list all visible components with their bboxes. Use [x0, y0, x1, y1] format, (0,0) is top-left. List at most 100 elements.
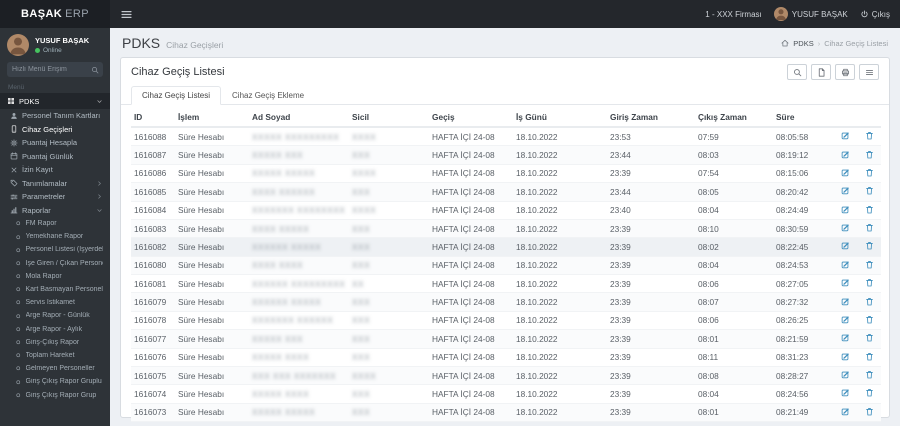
table-row[interactable]: 1616077 Süre Hesabı XXXXX XXX XXX HAFTA İÇİ …	[131, 329, 881, 349]
sidebar-item-giriş-çıkış-rapor[interactable]: Giriş-Çıkış Rapor	[0, 336, 110, 349]
sidebar-item-puantaj-günlük[interactable]: Puantaj Günlük	[0, 150, 110, 164]
table-header-row: ID İşlem Ad Soyad Sicil Geçiş İş Günü Giriş Za…	[131, 108, 881, 128]
table-row[interactable]: 1616082 Süre Hesabı XXXXXX XXXXX XXX HAFTA İ…	[131, 237, 881, 257]
main-content: PDKS Cihaz Geçişleri PDKS › Cihaz Geçiş Li…	[110, 28, 900, 426]
table-row[interactable]: 1616083 Süre Hesabı XXXX XXXXX XXX HAFTA İÇİ…	[131, 219, 881, 239]
table-row[interactable]: 1616076 Süre Hesabı XXXXX XXXX XXX HAFTA İÇİ…	[131, 348, 881, 367]
user-menu[interactable]: YUSUF BAŞAK	[773, 7, 848, 21]
sidebar-toggle-icon[interactable]	[120, 8, 133, 21]
table-row[interactable]: 1616086 Süre Hesabı XXXXX XXXXX XXXX HAFTA İ…	[131, 164, 881, 184]
table-row[interactable]: 1616084 Süre Hesabı XXXXXXX XXXXXXXX XXXX HA…	[131, 201, 881, 220]
edit-row-button[interactable]	[841, 241, 850, 250]
print-button[interactable]	[835, 64, 855, 80]
cell-sure: 08:15:06	[773, 164, 833, 184]
delete-row-button[interactable]	[865, 278, 874, 287]
edit-row-button[interactable]	[841, 260, 850, 269]
delete-row-button[interactable]	[865, 241, 874, 250]
edit-row-button[interactable]	[841, 352, 850, 361]
table-row[interactable]: 1616075 Süre Hesabı XXX XXX XXXXXXX XXXX HAF…	[131, 366, 881, 386]
menu-search-input[interactable]	[7, 62, 87, 77]
delete-row-button[interactable]	[865, 407, 874, 416]
redacted-text: XXXXX XXX	[252, 150, 304, 161]
delete-row-button[interactable]	[865, 223, 874, 232]
sidebar-item-pdks[interactable]: PDKS	[0, 93, 110, 109]
edit-row-button[interactable]	[841, 297, 850, 306]
delete-row-button[interactable]	[865, 150, 874, 159]
edit-row-button[interactable]	[841, 278, 850, 287]
edit-row-button[interactable]	[841, 223, 850, 232]
table-row[interactable]: 1616088 Süre Hesabı XXXXX XXXXXXXXX XXXX HAF…	[131, 127, 881, 147]
column-header-i-şlem: İşlem	[175, 108, 249, 128]
edit-row-button[interactable]	[841, 388, 850, 397]
delete-row-button[interactable]	[865, 260, 874, 269]
app-logo[interactable]: BAŞAK ERP	[0, 0, 110, 28]
sidebar-item-gelmeyen-personeller[interactable]: Gelmeyen Personeller	[0, 362, 110, 375]
cell-sure: 08:30:59	[773, 219, 833, 239]
table-row[interactable]: 1616074 Süre Hesabı XXXXX XXXX XXX HAFTA İÇİ…	[131, 384, 881, 404]
tab-cihaz-geçiş-listesi[interactable]: Cihaz Geçiş Listesi	[131, 86, 222, 105]
sidebar-item-i-zin-kayıt[interactable]: İzin Kayıt	[0, 163, 110, 177]
sidebar-item-puantaj-hesapla[interactable]: Puantaj Hesapla	[0, 136, 110, 150]
sidebar-item-tanımlamalar[interactable]: Tanımlamalar	[0, 177, 110, 191]
edit-row-button[interactable]	[841, 370, 850, 379]
edit-row-button[interactable]	[841, 205, 850, 214]
cell-is-gunu: 18.10.2022	[513, 329, 607, 349]
panel-title: Cihaz Geçiş Listesi	[131, 66, 225, 78]
tab-cihaz-geçiş-ekleme[interactable]: Cihaz Geçiş Ekleme	[221, 86, 315, 105]
sidebar-item-giriş-çıkış-rapor-grup[interactable]: Giriş Çıkış Rapor Grup	[0, 388, 110, 401]
sidebar-item-raporlar[interactable]: Raporlar	[0, 204, 110, 218]
sidebar-item-personel-listesi-i-şyerdekiler[interactable]: Personel Listesi (İşyerdekiler)	[0, 243, 110, 256]
sidebar-item-personel-tanım-kartları[interactable]: Personel Tanım Kartları	[0, 109, 110, 123]
delete-row-button[interactable]	[865, 131, 874, 140]
sidebar-item-arge-rapor-aylık[interactable]: Arge Rapor - Aylık	[0, 323, 110, 336]
edit-row-button[interactable]	[841, 150, 850, 159]
delete-row-button[interactable]	[865, 333, 874, 342]
sidebar-item-mola-rapor[interactable]: Mola Rapor	[0, 270, 110, 283]
sidebar-item-arge-rapor-günlük[interactable]: Arge Rapor - Günlük	[0, 309, 110, 322]
logout-button[interactable]: Çıkış	[860, 10, 890, 19]
column-header-sicil: Sicil	[349, 108, 429, 128]
edit-row-button[interactable]	[841, 131, 850, 140]
cell-ad-soyad: XXXXX XXXXX	[249, 403, 349, 423]
table-menu-button[interactable]	[859, 64, 879, 80]
sidebar-item-giriş-çıkış-rapor-gruplu[interactable]: Giriş Çıkış Rapor Gruplu	[0, 375, 110, 388]
edit-row-button[interactable]	[841, 186, 850, 195]
delete-row-button[interactable]	[865, 388, 874, 397]
table-search-button[interactable]	[787, 64, 807, 80]
edit-row-button[interactable]	[841, 407, 850, 416]
delete-row-button[interactable]	[865, 315, 874, 324]
table-row[interactable]: 1616080 Süre Hesabı XXXX XXXX XXX HAFTA İÇİ …	[131, 256, 881, 276]
menu-search-button[interactable]	[87, 62, 103, 77]
table-row[interactable]: 1616085 Süre Hesabı XXXX XXXXXX XXX HAFTA İÇ…	[131, 182, 881, 202]
delete-row-button[interactable]	[865, 297, 874, 306]
sidebar-item-cihaz-geçişleri[interactable]: Cihaz Geçişleri	[0, 123, 110, 137]
cell-gecis: HAFTA İÇİ 24-08	[429, 348, 513, 367]
edit-row-button[interactable]	[841, 168, 850, 177]
sidebar-item-fm-rapor[interactable]: FM Rapor	[0, 217, 110, 230]
sidebar-item-toplam-hareket[interactable]: Toplam Hareket	[0, 349, 110, 362]
edit-row-button[interactable]	[841, 333, 850, 342]
table-row[interactable]: 1616081 Süre Hesabı XXXXXX XXXXXXXXX XX HAFT…	[131, 274, 881, 294]
delete-row-button[interactable]	[865, 168, 874, 177]
cell-id: 1616075	[131, 366, 175, 386]
table-row[interactable]: 1616079 Süre Hesabı XXXXXX XXXXX XXX HAFTA İ…	[131, 292, 881, 312]
table-row[interactable]: 1616073 Süre Hesabı XXXXX XXXXX XXX HAFTA İÇ…	[131, 403, 881, 423]
table-row[interactable]: 1616087 Süre Hesabı XXXXX XXX XXX HAFTA İÇİ …	[131, 145, 881, 165]
cell-sicil: XXXX	[349, 164, 429, 184]
sidebar-item-parametreler[interactable]: Parametreler	[0, 190, 110, 204]
delete-row-button[interactable]	[865, 370, 874, 379]
sidebar-item-servis-i-stikamet[interactable]: Servis İstikamet	[0, 296, 110, 309]
trash-icon	[865, 241, 874, 250]
sidebar-item-i-şe-giren-çıkan-personeller[interactable]: İşe Giren / Çıkan Personeller	[0, 257, 110, 270]
breadcrumb-item[interactable]: PDKS	[793, 39, 813, 48]
sidebar-item-yemekhane-rapor[interactable]: Yemekhane Rapor	[0, 230, 110, 243]
pencilsq-icon	[841, 388, 850, 397]
delete-row-button[interactable]	[865, 186, 874, 195]
edit-row-button[interactable]	[841, 315, 850, 324]
table-row[interactable]: 1616078 Süre Hesabı XXXXXXX XXXXXX XXX HAFTA…	[131, 311, 881, 331]
export-button[interactable]	[811, 64, 831, 80]
delete-row-button[interactable]	[865, 352, 874, 361]
company-name[interactable]: 1 - XXX Firması	[705, 10, 761, 19]
delete-row-button[interactable]	[865, 205, 874, 214]
sidebar-item-kart-basmayan-personeller[interactable]: Kart Basmayan Personeller	[0, 283, 110, 296]
